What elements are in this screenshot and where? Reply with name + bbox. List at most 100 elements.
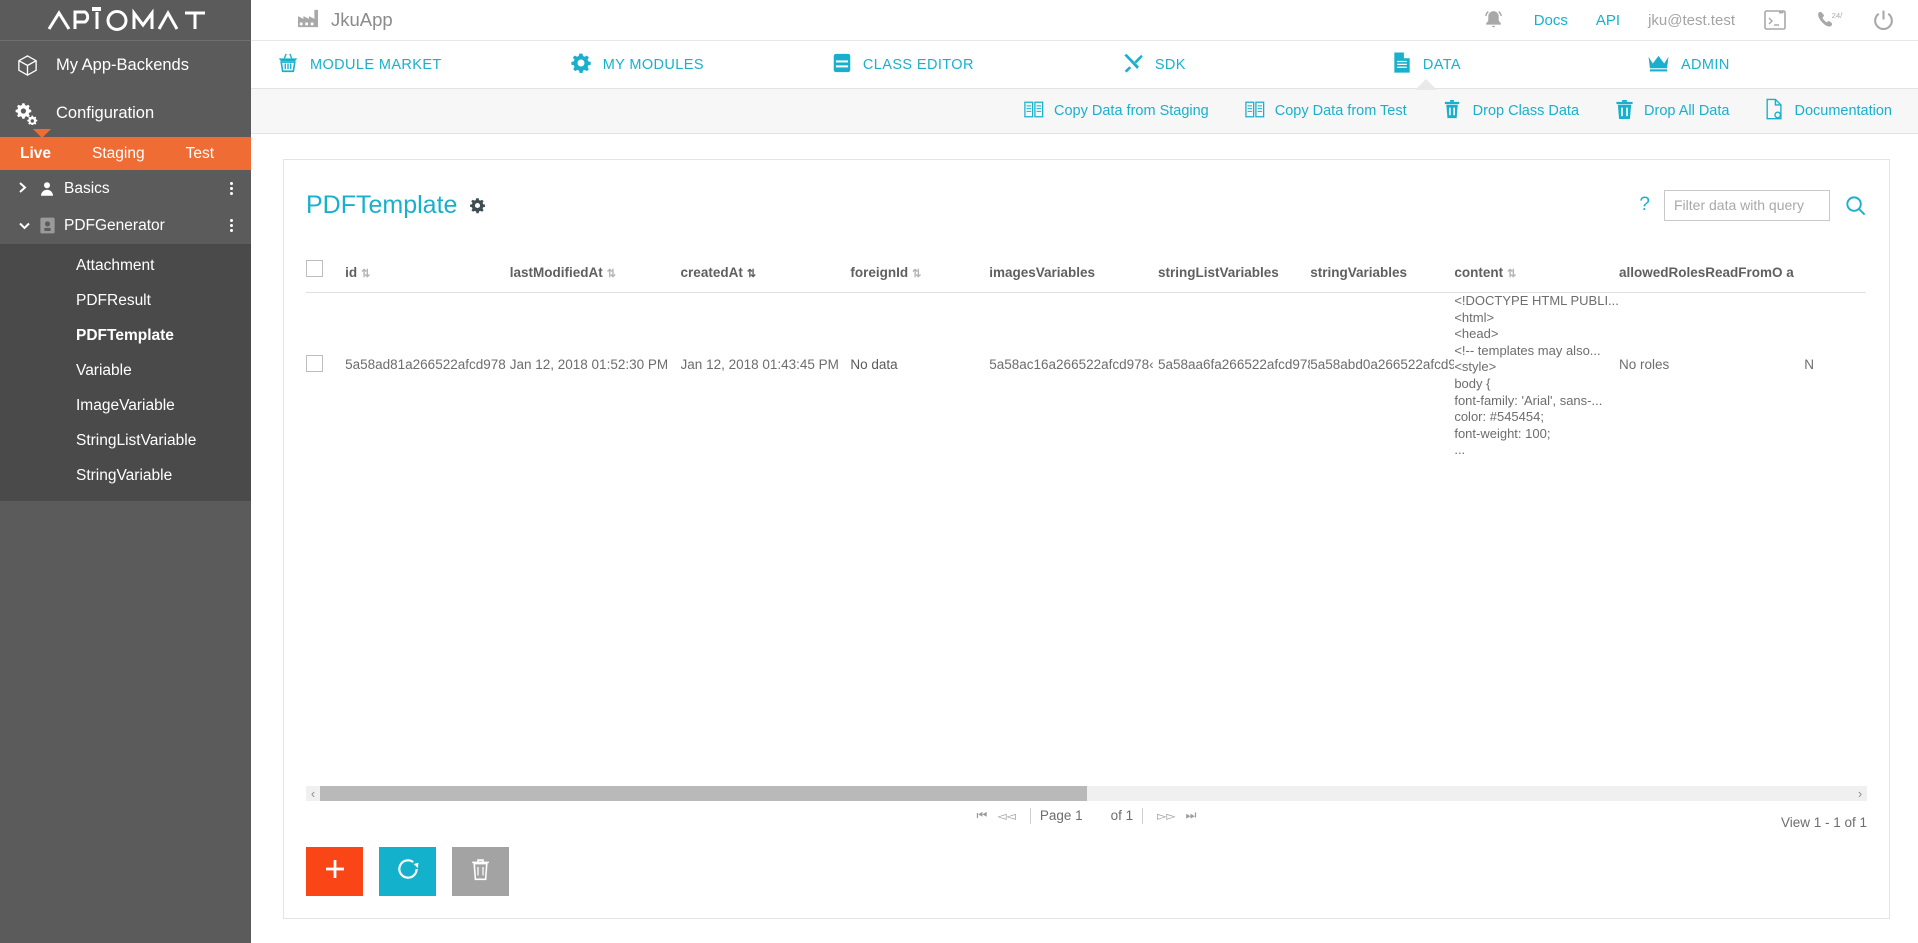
trash-class-icon (1443, 99, 1463, 124)
th-id[interactable]: id ⇅ (345, 254, 510, 293)
refresh-button[interactable] (379, 847, 436, 896)
main-nav: MODULE MARKET MY MODULES CLASS EDITOR SD… (251, 41, 1918, 90)
user-icon (34, 180, 60, 198)
last-page-icon[interactable]: ⏭ (1186, 808, 1197, 823)
row-action-buttons (306, 847, 509, 896)
documentation-button[interactable]: Documentation (1765, 98, 1892, 124)
tree-child-imagevariable[interactable]: ImageVariable (0, 388, 251, 423)
cell-id: 5a58ad81a266522afcd978 (345, 357, 506, 372)
env-arrow-indicator (33, 129, 51, 138)
gear-icon[interactable] (469, 197, 486, 214)
th-createdat[interactable]: createdAt ⇅ (680, 254, 851, 293)
th-label: foreignId (850, 265, 909, 280)
code-line: <head> (1454, 326, 1499, 342)
cell-content: <!DOCTYPE HTML PUBLI... <html> <head> <!… (1454, 293, 1619, 469)
scroll-right-icon[interactable]: › (1853, 786, 1867, 801)
th-content[interactable]: content ⇅ (1454, 254, 1619, 293)
cell-stringlistvariables: 5a58aa6fa266522afcd978‹ (1157, 357, 1311, 372)
app-root: My App-Backends Configuration Live Stagi… (0, 0, 1918, 943)
scrollbar-track[interactable] (320, 786, 1853, 801)
code-line: font-family: 'Arial', sans-... (1454, 392, 1603, 408)
sidebar: My App-Backends Configuration Live Stagi… (0, 0, 251, 943)
page-of-label: of 1 (1110, 808, 1134, 823)
chevron-down-icon[interactable] (18, 218, 34, 234)
horizontal-scrollbar[interactable]: ‹ › (306, 786, 1867, 801)
table-row[interactable]: 5a58ad81a266522afcd978 Jan 12, 2018 01:5… (306, 293, 1866, 469)
apiomat-logo-icon (47, 7, 205, 31)
terminal-icon[interactable] (1763, 9, 1787, 31)
th-imagesvariables[interactable]: imagesVariables (989, 254, 1158, 293)
tree-child-variable[interactable]: Variable (0, 353, 251, 388)
first-page-icon[interactable]: ⏮ (977, 808, 988, 823)
power-icon[interactable] (1871, 8, 1896, 33)
tree-item-menu-icon[interactable] (230, 182, 233, 195)
apiomat-logo[interactable] (0, 0, 251, 41)
code-line: <!-- templates may also... (1454, 342, 1601, 358)
sub-item-label: Copy Data from Test (1274, 103, 1407, 119)
tree-item-label: Basics (64, 179, 110, 197)
copy-data-from-staging-button[interactable]: Copy Data from Staging (1024, 100, 1209, 123)
pager-divider (1029, 807, 1031, 824)
nav-my-modules[interactable]: MY MODULES (570, 41, 704, 89)
env-tab-live[interactable]: Live (20, 145, 51, 163)
nav-module-market[interactable]: MODULE MARKET (277, 41, 442, 89)
api-link[interactable]: API (1596, 12, 1620, 29)
basket-icon (277, 52, 299, 78)
nav-class-editor[interactable]: CLASS EDITOR (832, 41, 974, 89)
phone-24-7-icon[interactable]: 24/7 (1815, 9, 1843, 31)
tree-item-basics[interactable]: Basics (0, 170, 251, 207)
search-input[interactable] (1664, 189, 1830, 221)
code-line: body { (1454, 375, 1491, 391)
delete-button[interactable] (452, 847, 509, 896)
scrollbar-thumb[interactable] (320, 786, 1087, 801)
th-lastmodifiedat[interactable]: lastModifiedAt ⇅ (509, 254, 681, 293)
add-row-button[interactable] (306, 847, 363, 896)
copy-data-from-test-button[interactable]: Copy Data from Test (1245, 100, 1407, 123)
crown-icon (1647, 53, 1670, 76)
tree-child-pdftemplate[interactable]: PDFTemplate (0, 318, 251, 353)
sub-item-label: Drop All Data (1644, 103, 1730, 119)
tree-child-label: ImageVariable (76, 396, 175, 414)
question-mark-icon[interactable]: ? (1639, 194, 1650, 216)
nav-sdk[interactable]: SDK (1122, 41, 1186, 89)
drop-class-data-button[interactable]: Drop Class Data (1443, 99, 1579, 124)
env-tab-test[interactable]: Test (186, 145, 214, 163)
docs-link[interactable]: Docs (1534, 12, 1568, 29)
th-foreignid[interactable]: foreignId ⇅ (850, 254, 990, 293)
bell-icon[interactable] (1481, 8, 1506, 33)
app-title[interactable]: JkuApp (297, 8, 393, 33)
copy-data-icon (1024, 100, 1044, 123)
env-tab-staging[interactable]: Staging (92, 145, 145, 163)
nav-admin[interactable]: ADMIN (1647, 41, 1730, 89)
code-line: <!DOCTYPE HTML PUBLI... (1454, 293, 1619, 308)
gears-icon (14, 100, 40, 126)
tree-item-label: PDFGenerator (64, 216, 165, 234)
tree-child-attachment[interactable]: Attachment (0, 248, 251, 283)
row-checkbox[interactable] (306, 355, 323, 372)
code-line: <html> (1454, 309, 1495, 325)
tree-item-pdfgenerator[interactable]: PDFGenerator (0, 207, 251, 244)
tree-child-pdfresult[interactable]: PDFResult (0, 283, 251, 318)
tree-child-label: StringVariable (76, 466, 173, 484)
select-all-checkbox[interactable] (306, 260, 323, 277)
tree-child-stringlistvariable[interactable]: StringListVariable (0, 423, 251, 458)
chevron-right-icon[interactable] (18, 181, 34, 197)
sidebar-item-my-app-backends[interactable]: My App-Backends (0, 41, 251, 89)
user-email[interactable]: jku@test.test (1648, 12, 1735, 29)
next-page-icon[interactable]: ▻▻ (1157, 809, 1175, 823)
panel-header-right: ? (1639, 189, 1867, 221)
th-stringlistvariables[interactable]: stringListVariables (1157, 254, 1311, 293)
nav-data[interactable]: DATA (1392, 41, 1461, 90)
magnifier-icon[interactable] (1844, 194, 1867, 217)
tree-child-stringvariable[interactable]: StringVariable (0, 458, 251, 493)
nav-label: MY MODULES (602, 56, 704, 73)
prev-page-icon[interactable]: ◅◅ (997, 809, 1015, 823)
scroll-left-icon[interactable]: ‹ (306, 786, 320, 801)
th-allowedrolesreadfromo[interactable]: allowedRolesReadFromO a (1618, 254, 1805, 293)
top-bar-actions: Docs API jku@test.test 24/7 (1453, 8, 1918, 33)
drop-all-data-button[interactable]: Drop All Data (1615, 99, 1729, 124)
select-all-header (306, 254, 346, 293)
th-stringvariables[interactable]: stringVariables (1310, 254, 1455, 293)
nav-label: ADMIN (1680, 56, 1730, 73)
tree-item-menu-icon[interactable] (230, 219, 233, 232)
